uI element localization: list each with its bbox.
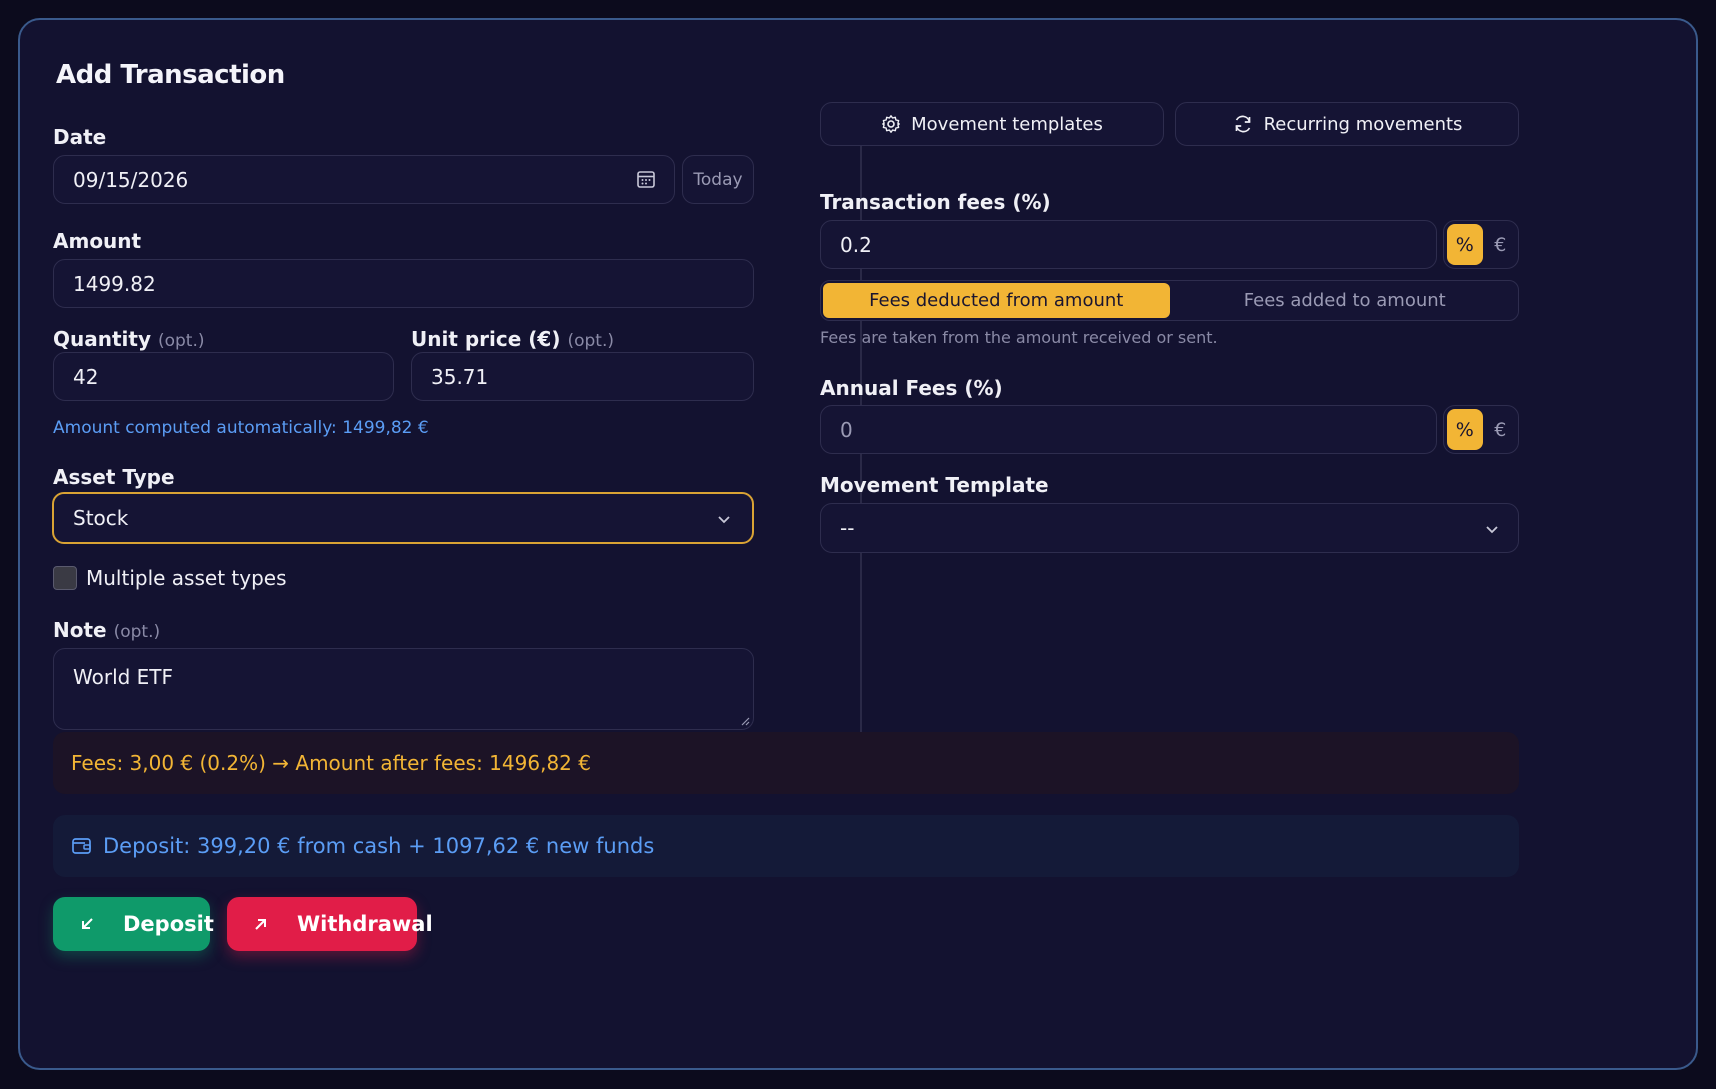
arrow-down-left-icon: [79, 916, 95, 932]
quantity-label-text: Quantity: [53, 327, 151, 351]
fees-added-option[interactable]: Fees added to amount: [1172, 281, 1519, 320]
fees-summary-banner: Fees: 3,00 € (0.2%) → Amount after fees:…: [53, 732, 1519, 794]
today-button[interactable]: Today: [682, 155, 754, 204]
fees-explanation: Fees are taken from the amount received …: [820, 328, 1218, 347]
note-value: World ETF: [73, 665, 174, 689]
movement-templates-label: Movement templates: [911, 113, 1103, 135]
page-title: Add Transaction: [56, 60, 285, 90]
arrow-up-right-icon: [253, 916, 269, 932]
amount-value: 1499.82: [73, 271, 156, 296]
unit-price-opt: (opt.): [567, 331, 614, 351]
note-opt: (opt.): [113, 622, 161, 642]
transaction-fees-label: Transaction fees (%): [820, 190, 1051, 214]
fees-deducted-option[interactable]: Fees deducted from amount: [823, 283, 1170, 318]
gear-icon: [881, 114, 901, 134]
movement-templates-button[interactable]: Movement templates: [820, 102, 1164, 146]
quantity-input[interactable]: 42: [53, 352, 394, 401]
percent-unit-button[interactable]: %: [1447, 224, 1483, 265]
annual-fees-input[interactable]: 0: [820, 405, 1437, 454]
chevron-down-icon: [1484, 521, 1500, 537]
asset-type-value: Stock: [73, 506, 129, 530]
asset-type-label: Asset Type: [53, 465, 175, 489]
quantity-opt: (opt.): [157, 331, 205, 351]
amount-label: Amount: [53, 229, 142, 253]
computed-amount-note: Amount computed automatically: 1499,82 €: [53, 418, 429, 438]
recurring-movements-button[interactable]: Recurring movements: [1175, 102, 1519, 146]
transaction-fees-unit-toggle: % €: [1443, 220, 1519, 269]
recurring-movements-label: Recurring movements: [1263, 113, 1463, 135]
chevron-down-icon: [716, 511, 732, 527]
deposit-summary-text: Deposit: 399,20 € from cash + 1097,62 € …: [103, 834, 655, 858]
multiple-asset-checkbox[interactable]: [53, 566, 77, 590]
withdrawal-button[interactable]: Withdrawal: [227, 897, 433, 951]
transaction-fees-value: 0.2: [840, 232, 872, 257]
annual-euro-unit-button[interactable]: €: [1483, 406, 1519, 453]
euro-unit-button[interactable]: €: [1483, 221, 1519, 268]
transaction-fees-input[interactable]: 0.2: [820, 220, 1437, 269]
add-transaction-card: Add Transaction Date 09/15/2026 Today Am…: [18, 18, 1698, 1070]
deposit-button[interactable]: Deposit: [53, 897, 214, 951]
wallet-icon: [71, 835, 93, 857]
unit-price-value: 35.71: [431, 364, 489, 389]
amount-input[interactable]: 1499.82: [53, 259, 754, 308]
multiple-asset-label: Multiple asset types: [86, 566, 287, 590]
resize-handle-icon[interactable]: [740, 716, 750, 726]
note-textarea[interactable]: World ETF: [53, 648, 754, 730]
movement-template-select[interactable]: --: [820, 503, 1519, 553]
withdrawal-label: Withdrawal: [297, 912, 433, 936]
refresh-icon: [1232, 114, 1254, 134]
date-value: 09/15/2026: [73, 167, 189, 192]
note-label: Note (opt.): [53, 618, 160, 642]
unit-price-label: Unit price (€) (opt.): [411, 327, 614, 351]
deposit-summary-banner: Deposit: 399,20 € from cash + 1097,62 € …: [53, 815, 1519, 877]
calendar-icon[interactable]: [636, 169, 656, 189]
annual-fees-label: Annual Fees (%): [820, 376, 1003, 400]
note-label-text: Note: [53, 618, 107, 642]
fees-summary-text: Fees: 3,00 € (0.2%) → Amount after fees:…: [71, 751, 591, 775]
annual-fees-value: 0: [840, 417, 853, 442]
asset-type-select[interactable]: Stock: [52, 492, 754, 544]
date-label: Date: [53, 125, 107, 149]
annual-percent-unit-button[interactable]: %: [1447, 409, 1483, 450]
quantity-value: 42: [73, 364, 99, 389]
unit-price-input[interactable]: 35.71: [411, 352, 754, 401]
movement-template-label: Movement Template: [820, 473, 1049, 497]
fees-mode-toggle: Fees deducted from amount Fees added to …: [820, 280, 1519, 321]
quantity-label: Quantity (opt.): [53, 327, 205, 351]
movement-template-value: --: [840, 516, 855, 540]
unit-price-label-text: Unit price (€): [411, 327, 561, 351]
deposit-label: Deposit: [123, 912, 214, 936]
annual-fees-unit-toggle: % €: [1443, 405, 1519, 454]
date-input[interactable]: 09/15/2026: [53, 155, 675, 204]
